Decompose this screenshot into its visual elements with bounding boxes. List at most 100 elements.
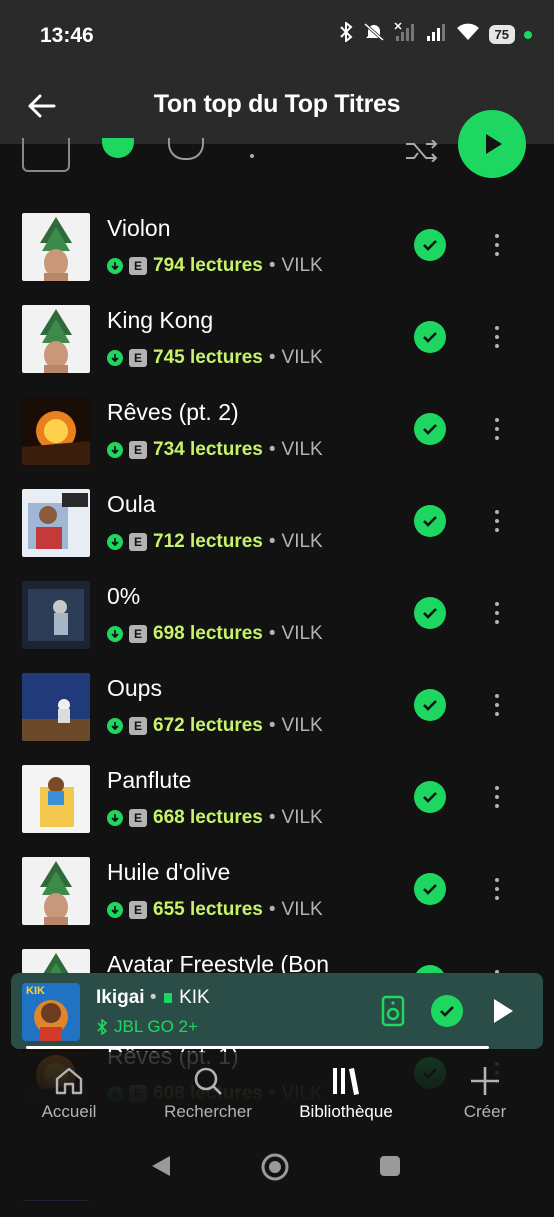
track-meta: E 698 lectures • VILK [107, 623, 323, 645]
play-count: 745 lectures [153, 347, 263, 368]
saved-check-icon[interactable] [102, 138, 134, 158]
track-row[interactable]: Oula E 712 lectures • VILK [0, 481, 554, 573]
track-cover [22, 581, 90, 649]
track-artist: VILK [281, 899, 323, 920]
downloaded-icon [107, 442, 123, 458]
play-button[interactable] [458, 110, 526, 178]
play-count: 698 lectures [153, 623, 263, 644]
meta-separator: • [268, 439, 276, 460]
track-cover [22, 489, 90, 557]
downloaded-icon [107, 902, 123, 918]
track-row[interactable]: Violon E 794 lectures • VILK [0, 205, 554, 297]
meta-separator: • [268, 347, 276, 368]
speaker-icon[interactable] [381, 995, 405, 1032]
shuffle-icon[interactable] [404, 139, 440, 167]
nav-home[interactable]: Accueil [9, 1064, 129, 1122]
track-row[interactable]: Panflute E 668 lectures • VILK [0, 757, 554, 849]
explicit-badge: E [129, 625, 147, 643]
track-row[interactable]: Rêves (pt. 2) E 734 lectures • VILK [0, 389, 554, 481]
check-icon [423, 792, 437, 803]
saved-check-button[interactable] [431, 995, 463, 1027]
check-icon [423, 884, 437, 895]
track-row[interactable]: Oups E 672 lectures • VILK [0, 665, 554, 757]
playlist-cover-icon[interactable] [22, 138, 70, 172]
track-artist: VILK [281, 439, 323, 460]
track-title: 0% [107, 583, 141, 609]
track-artist: VILK [281, 255, 323, 276]
nav-create[interactable]: Créer [425, 1064, 545, 1122]
explicit-badge: E [129, 441, 147, 459]
download-icon[interactable] [168, 138, 204, 160]
mini-player[interactable]: KIK Ikigai • KIK JBL GO 2+ [11, 973, 543, 1049]
explicit-badge: E [129, 349, 147, 367]
mini-player-cover: KIK [22, 983, 80, 1041]
track-more-button[interactable] [484, 225, 510, 265]
nav-create-label: Créer [463, 1102, 507, 1121]
meta-separator: • [268, 715, 276, 736]
track-cover [22, 305, 90, 373]
track-artist: VILK [281, 715, 323, 736]
check-icon [423, 608, 437, 619]
track-more-button[interactable] [484, 501, 510, 541]
track-more-button[interactable] [484, 409, 510, 449]
track-more-button[interactable] [484, 317, 510, 357]
lyrics-icon [163, 993, 172, 1003]
mini-player-title: Ikigai • KIK [96, 987, 210, 1009]
bluetooth-icon [97, 1019, 108, 1035]
track-meta: E 672 lectures • VILK [107, 715, 323, 737]
track-title: Oula [107, 491, 156, 517]
now-playing-title: Ikigai [96, 987, 145, 1008]
library-icon [333, 1068, 359, 1095]
system-home-icon[interactable] [260, 1152, 290, 1187]
nav-search[interactable]: Rechercher [148, 1064, 268, 1122]
mini-play-button[interactable] [491, 997, 515, 1030]
play-count: 668 lectures [153, 807, 263, 828]
check-icon [440, 1006, 454, 1017]
track-more-button[interactable] [484, 869, 510, 909]
title-separator: • [149, 987, 157, 1008]
track-more-button[interactable] [484, 593, 510, 633]
privacy-dot [524, 30, 532, 39]
downloaded-icon [107, 350, 123, 366]
track-row[interactable]: Huile d'olive E 655 lectures • VILK [0, 849, 554, 941]
meta-separator: • [268, 807, 276, 828]
play-icon [494, 999, 513, 1023]
search-icon [194, 1067, 222, 1095]
meta-separator: • [268, 531, 276, 552]
play-count: 794 lectures [153, 255, 263, 276]
saved-check-button[interactable] [414, 597, 446, 629]
track-title: Panflute [107, 767, 192, 793]
system-recents-icon[interactable] [380, 1156, 400, 1176]
track-row[interactable]: King Kong E 745 lectures • VILK [0, 297, 554, 389]
downloaded-icon [107, 626, 123, 642]
saved-check-button[interactable] [414, 505, 446, 537]
explicit-badge: E [129, 809, 147, 827]
saved-check-button[interactable] [414, 321, 446, 353]
track-title: Rêves (pt. 2) [107, 399, 239, 425]
meta-separator: • [268, 899, 276, 920]
mute-icon [363, 22, 385, 47]
track-title: Violon [107, 215, 171, 241]
track-title: Oups [107, 675, 162, 701]
saved-check-button[interactable] [414, 689, 446, 721]
track-artist: VILK [281, 623, 323, 644]
explicit-badge: E [129, 257, 147, 275]
nav-search-label: Rechercher [164, 1102, 252, 1121]
track-cover [22, 673, 90, 741]
saved-check-button[interactable] [414, 229, 446, 261]
system-back-icon[interactable] [150, 1154, 172, 1183]
track-row[interactable]: 0% E 698 lectures • VILK [0, 573, 554, 665]
saved-check-button[interactable] [414, 873, 446, 905]
nav-library-label: Bibliothèque [299, 1102, 393, 1121]
check-icon [423, 240, 437, 251]
track-more-button[interactable] [484, 685, 510, 725]
track-more-button[interactable] [484, 777, 510, 817]
track-meta: E 734 lectures • VILK [107, 439, 323, 461]
check-icon [423, 700, 437, 711]
more-options-icon[interactable] [250, 144, 254, 158]
device-name: JBL GO 2+ [114, 1017, 198, 1036]
saved-check-button[interactable] [414, 781, 446, 813]
now-playing-artist: KIK [179, 987, 210, 1008]
saved-check-button[interactable] [414, 413, 446, 445]
nav-library[interactable]: Bibliothèque [286, 1064, 406, 1122]
